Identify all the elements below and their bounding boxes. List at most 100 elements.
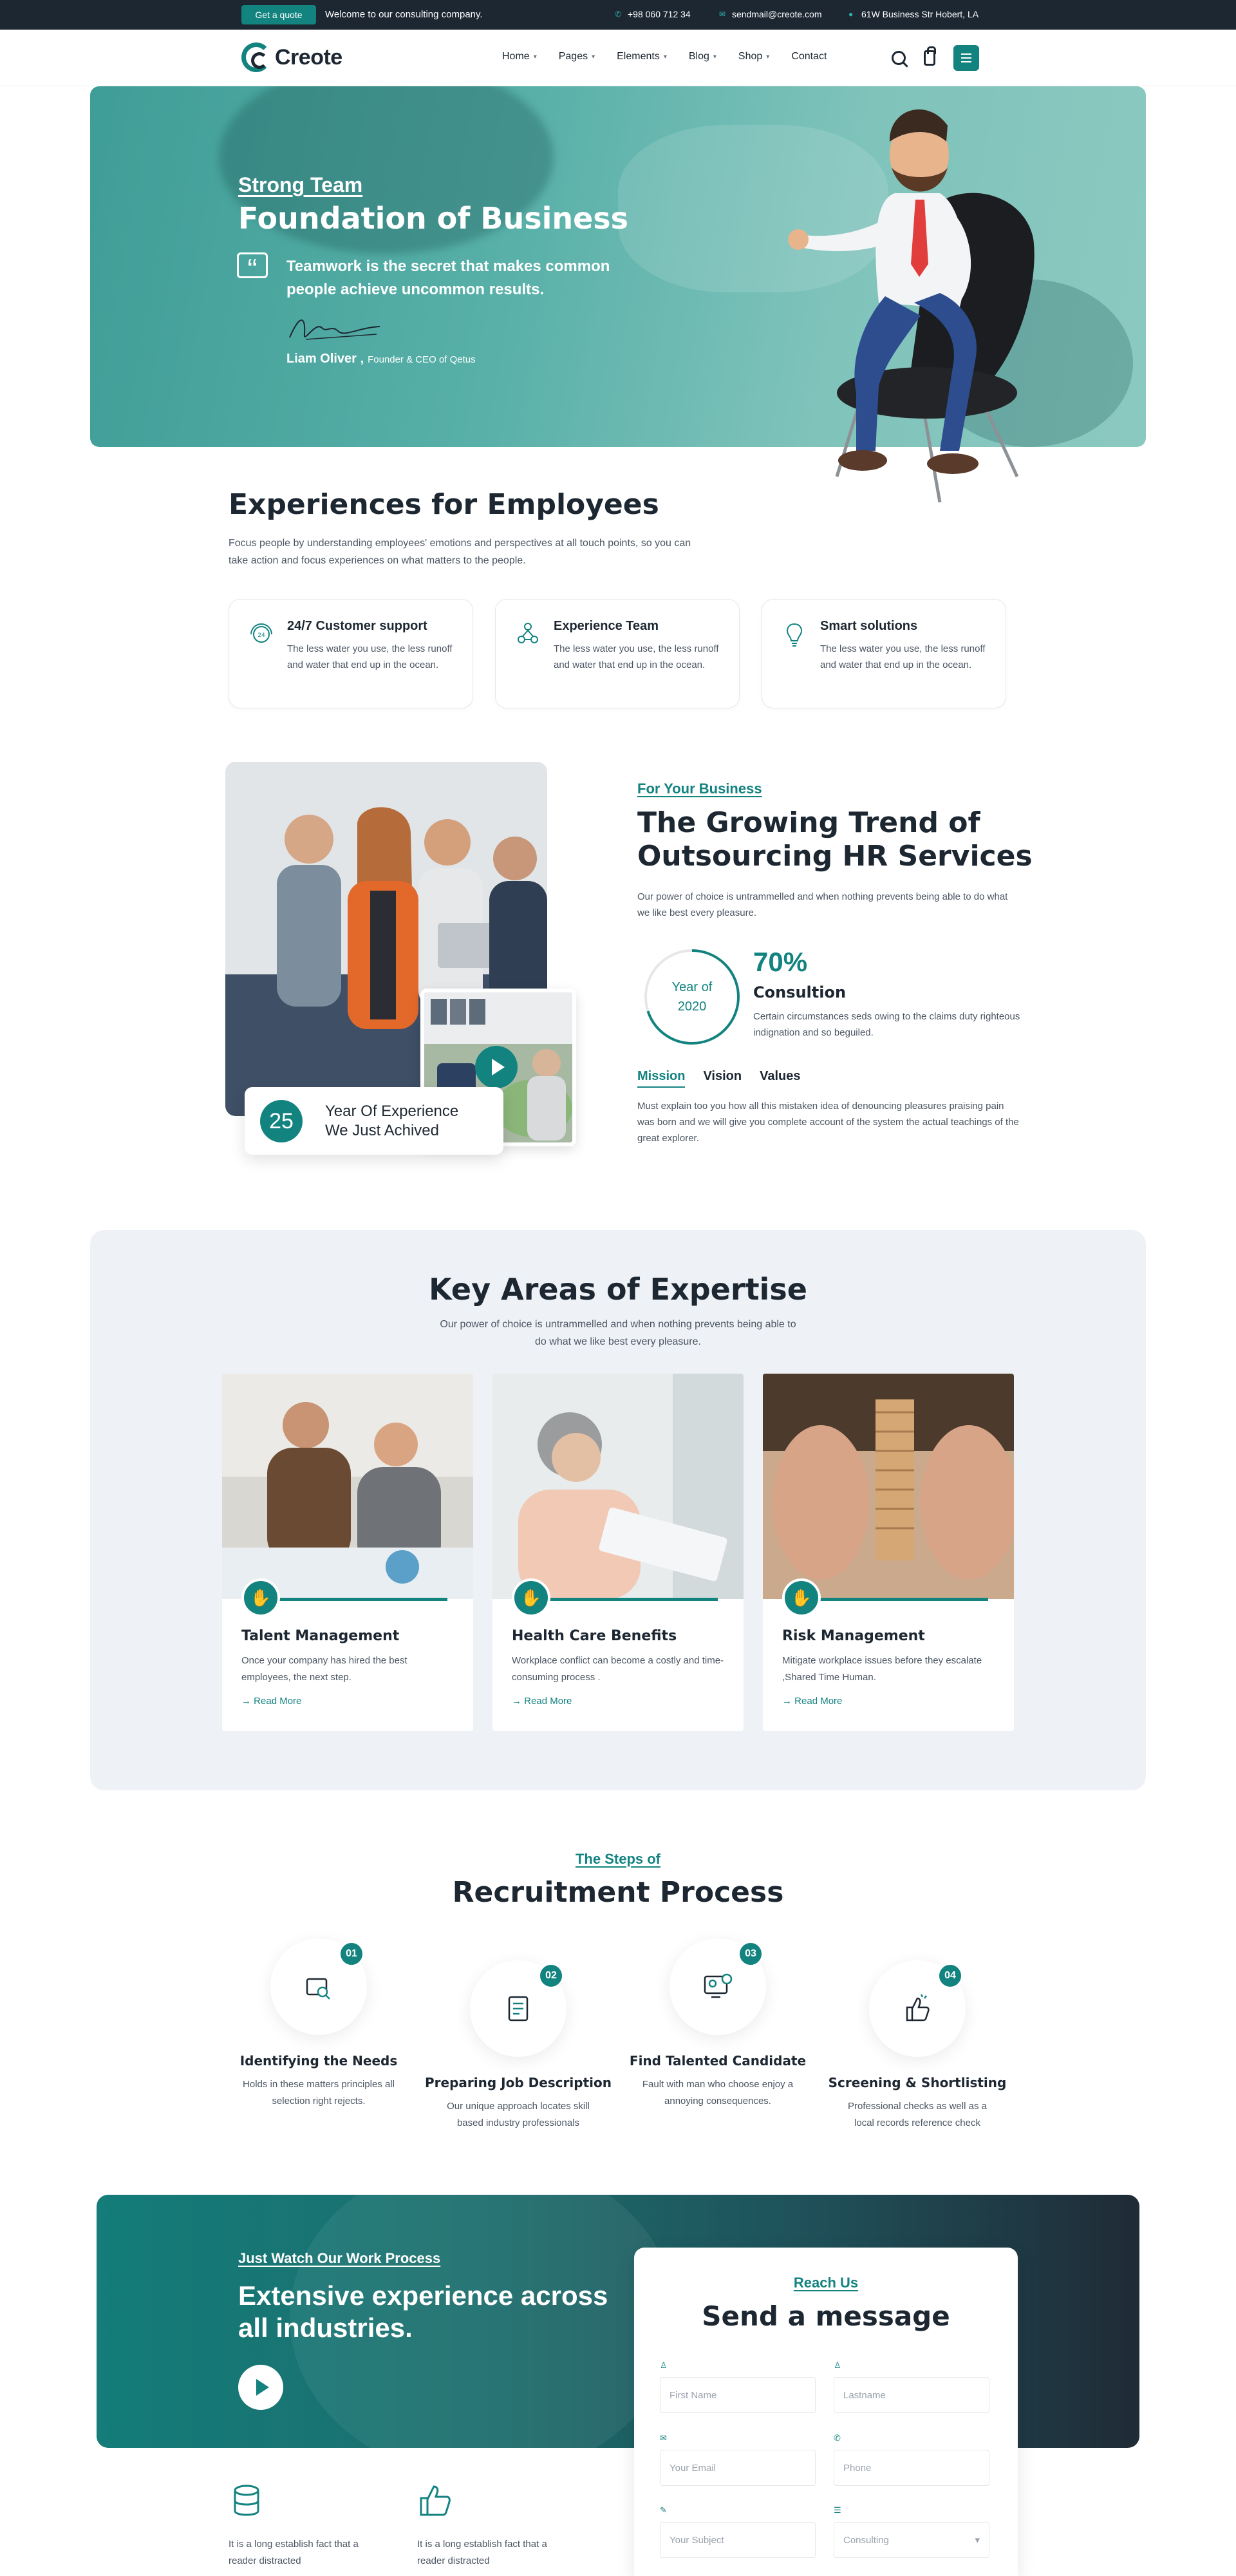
step-text: Holds in these matters principles all se… [243, 2079, 395, 2107]
feature-card[interactable]: Smart solutions The less water you use, … [762, 599, 1006, 708]
database-icon [234, 2485, 259, 2516]
step-text: Our unique approach locates skill based … [447, 2101, 590, 2128]
play-work-video-button[interactable] [238, 2365, 283, 2410]
chevron-down-icon: ▾ [713, 53, 716, 61]
info-text: It is a long establish fact that a reade… [229, 2539, 359, 2566]
card-text: Once your company has hired the best emp… [241, 1655, 407, 1683]
svg-text:24: 24 [258, 632, 265, 639]
logo-mark-icon [241, 43, 271, 72]
play-video-button[interactable] [475, 1046, 518, 1088]
card-title: Talent Management [241, 1628, 400, 1644]
years-label: Year Of Experience We Just Achived [325, 1103, 459, 1139]
step-title: Identifying the Needs [239, 2053, 398, 2069]
tab-vision[interactable]: Vision [703, 1069, 742, 1088]
work-title: Extensive experience across all industri… [238, 2280, 608, 2343]
chevron-down-icon: ▾ [766, 53, 770, 61]
info-item: It is a long establish fact that a reade… [229, 2483, 383, 2570]
nav-item-contact[interactable]: Contact [791, 51, 827, 62]
step-item: 02 Preparing Job Description Our unique … [418, 1960, 618, 2132]
experiences-text: Focus people by understanding employees'… [229, 538, 691, 566]
email-contact[interactable]: ✉ sendmail@creote.com [719, 9, 822, 19]
site-header: Creote Home ▾ Pages ▾ Elements ▾ Blog ▾ Shop… [0, 30, 1236, 86]
step-number: 04 [937, 1963, 963, 1989]
form-title: Send a message [702, 2300, 950, 2332]
author-name: Liam Oliver , [286, 352, 364, 366]
hero-quote: Teamwork is the secret that makes common… [286, 258, 610, 298]
talent-icon: ✋ [241, 1578, 280, 1617]
phone-input[interactable]: Phone [834, 2450, 989, 2486]
candidate-icon [704, 1973, 733, 1998]
feature-text: The less water you use, the less runoff … [287, 643, 453, 670]
feature-text: The less water you use, the less runoff … [554, 643, 719, 670]
last-name-field: ♙ Lastname [834, 2360, 989, 2413]
hero-eyebrow: Strong Team [238, 173, 363, 196]
percent-label: Consultion [753, 983, 847, 1001]
search-icon[interactable] [892, 51, 906, 65]
nav-item-home[interactable]: Home ▾ [502, 51, 537, 62]
signature-icon [289, 319, 380, 340]
tab-mission[interactable]: Mission [637, 1069, 686, 1088]
feature-card[interactable]: Experience Team The less water you use, … [495, 599, 740, 708]
card-text: Workplace conflict can become a costly a… [512, 1655, 724, 1683]
nav-item-elements[interactable]: Elements ▾ [617, 51, 667, 62]
support-icon: 24 [250, 623, 272, 643]
info-text: It is a long establish fact that a reade… [417, 2539, 547, 2566]
thumbs-up-icon [906, 1994, 930, 2022]
hero-title: Foundation of Business [238, 201, 629, 236]
user-icon: ♙ [834, 2360, 841, 2370]
chevron-down-icon: ▾ [975, 2535, 980, 2546]
menu-button[interactable] [953, 45, 979, 71]
expertise-title: Key Areas of Expertise [429, 1272, 807, 1307]
edit-icon: ✎ [660, 2505, 667, 2515]
expertise-card[interactable]: ✋ Health Care Benefits Workplace conflic… [492, 1374, 744, 1731]
first-name-input[interactable]: First Name [660, 2377, 816, 2413]
feature-text: The less water you use, the less runoff … [820, 643, 986, 670]
top-bar: Get a quote Welcome to our consulting co… [0, 0, 1236, 30]
work-eyebrow: Just Watch Our Work Process [238, 2250, 441, 2266]
email-input[interactable]: Your Email [660, 2450, 816, 2486]
step-number: 02 [538, 1963, 564, 1989]
chevron-down-icon: ▾ [533, 53, 537, 61]
first-name-field: ♙ First Name [660, 2360, 816, 2413]
phone-text: +98 060 712 34 [628, 9, 691, 19]
get-a-quote-button[interactable]: Get a quote [241, 5, 316, 24]
card-title: Risk Management [782, 1628, 925, 1644]
experiences-title: Experiences for Employees [229, 488, 659, 521]
feature-title: Smart solutions [820, 619, 918, 633]
businessman-illustration [788, 109, 1035, 503]
expertise-card[interactable]: ✋ Talent Management Once your company ha… [222, 1374, 473, 1731]
chevron-down-icon: ▾ [592, 53, 595, 61]
address-contact: ● 61W Business Str Hobert, LA [848, 9, 979, 19]
percent-text: Certain circumstances seds owing to the … [753, 1011, 1020, 1038]
header-actions [892, 45, 979, 71]
service-field: ☰ Consulting ▾ [834, 2505, 989, 2558]
logo[interactable]: Creote [241, 43, 342, 72]
location-icon: ● [848, 10, 854, 19]
subject-input[interactable]: Your Subject [660, 2522, 816, 2558]
steps-title: Recruitment Process [452, 1876, 784, 1909]
expertise-card[interactable]: ✋ Risk Management Mitigate workplace iss… [763, 1374, 1014, 1731]
chevron-down-icon: ▾ [663, 53, 667, 61]
contact-form: Reach Us Send a message ♙ First Name ♙ L… [634, 2248, 1018, 2576]
nav-item-blog[interactable]: Blog ▾ [689, 51, 716, 62]
welcome-text: Welcome to our consulting company. [325, 9, 483, 20]
phone-icon: ✆ [834, 2433, 841, 2443]
phone-contact[interactable]: ✆ +98 060 712 34 [615, 9, 691, 19]
read-more-link[interactable]: → Read More [512, 1696, 572, 1707]
form-eyebrow: Reach Us [793, 2275, 859, 2291]
card-image [763, 1374, 1014, 1599]
about-tabs: Mission Vision Values [637, 1069, 801, 1088]
feature-card[interactable]: 24 24/7 Customer support The less water … [229, 599, 473, 708]
card-image [492, 1374, 744, 1599]
needs-icon [306, 1978, 330, 2000]
tab-values[interactable]: Values [760, 1069, 800, 1088]
nav-item-shop[interactable]: Shop ▾ [738, 51, 769, 62]
step-title: Find Talented Candidate [629, 2053, 807, 2069]
nav-item-pages[interactable]: Pages ▾ [559, 51, 595, 62]
last-name-input[interactable]: Lastname [834, 2377, 989, 2413]
read-more-link[interactable]: → Read More [241, 1696, 301, 1707]
cart-icon[interactable] [924, 46, 936, 66]
team-icon [518, 623, 538, 643]
service-select[interactable]: Consulting ▾ [834, 2522, 989, 2558]
read-more-link[interactable]: → Read More [782, 1696, 842, 1707]
